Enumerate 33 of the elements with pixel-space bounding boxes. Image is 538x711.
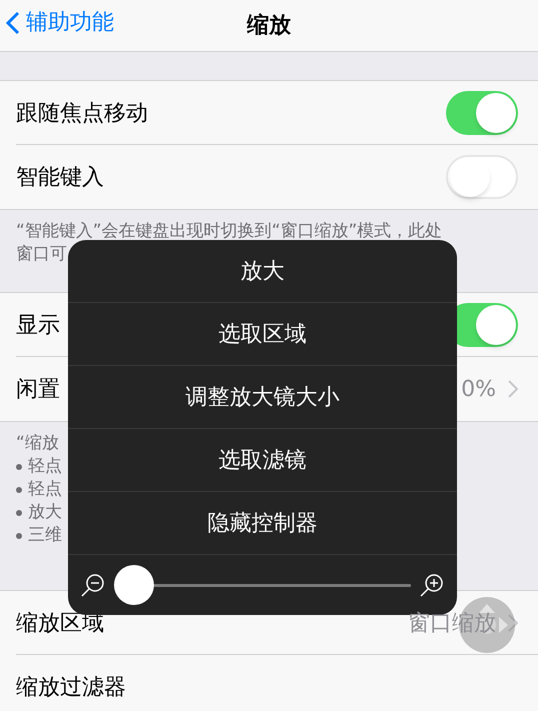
back-button[interactable]: 辅助功能 — [6, 6, 114, 39]
footer-text: “智能键入”会在键盘出现时切换到“窗口缩放”模式，此处 — [16, 220, 444, 243]
footer-text: 轻点 — [28, 455, 62, 478]
menu-item[interactable]: 调整放大镜大小 — [186, 380, 340, 414]
footer-text: 三维 — [28, 524, 62, 547]
footer-text: 放大 — [28, 501, 62, 524]
menu-item[interactable]: 放大 — [240, 254, 284, 288]
footer-text: 窗口可 — [16, 243, 68, 266]
toggle-switch[interactable] — [446, 91, 518, 135]
row-label: 闲置 — [16, 376, 60, 404]
row-label: 显示 — [16, 312, 60, 340]
row-label: 智能键入 — [16, 164, 104, 192]
bullet-icon — [16, 510, 22, 516]
zoom-in-icon[interactable] — [419, 572, 445, 598]
chevron-icon — [508, 614, 518, 632]
page-title: 缩放 — [247, 12, 291, 40]
menu-item[interactable]: 选取滤镜 — [218, 444, 306, 476]
row-value: 窗口缩放 — [408, 610, 496, 638]
back-chevron-icon — [6, 10, 20, 34]
row-label: 缩放过滤器 — [16, 674, 126, 702]
toggle-switch[interactable] — [446, 155, 518, 199]
bullet-icon — [16, 532, 22, 538]
zoom-out-icon[interactable] — [80, 572, 106, 598]
menu-item[interactable]: 隐藏控制器 — [208, 506, 318, 540]
bullet-icon — [16, 486, 22, 492]
bullet-icon — [16, 464, 22, 470]
menu-item[interactable]: 选取区域 — [218, 318, 306, 350]
row-value: 0% — [461, 376, 496, 404]
chevron-icon — [508, 380, 518, 398]
row-label: 跟随焦点移动 — [16, 100, 148, 128]
zoom-slider[interactable] — [114, 565, 411, 605]
footer-text: 轻点 — [28, 478, 62, 501]
footer-text: “缩放 — [16, 432, 60, 455]
